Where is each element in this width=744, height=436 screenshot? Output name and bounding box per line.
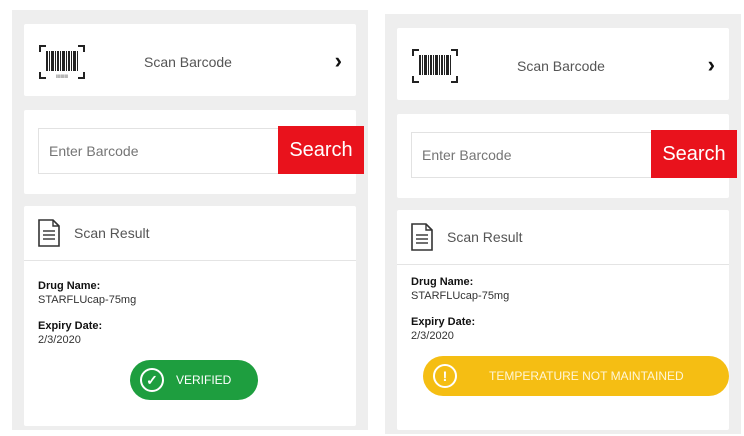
barcode-icon: ||||||||||| xyxy=(39,45,85,79)
phone-screen-temperature-alert: Scan Barcode › Search Scan Result Drug N… xyxy=(385,14,741,434)
svg-text:|||||||||||: ||||||||||| xyxy=(56,73,67,78)
barcode-search-card: Search xyxy=(24,110,364,194)
document-icon xyxy=(38,219,60,247)
barcode-search-card: Search xyxy=(397,114,737,198)
expiry-date-value: 2/3/2020 xyxy=(38,334,81,346)
document-icon xyxy=(411,223,433,251)
drug-name-value: STARFLUcap-75mg xyxy=(411,290,510,302)
search-button[interactable]: Search xyxy=(278,126,364,174)
scan-barcode-card[interactable]: ||||||||||| Scan Barcode › xyxy=(24,24,356,96)
barcode-input[interactable] xyxy=(38,128,278,174)
drug-name-label: Drug Name: xyxy=(38,280,101,292)
scan-barcode-card[interactable]: Scan Barcode › xyxy=(397,28,729,100)
chevron-right-icon[interactable]: › xyxy=(708,52,715,78)
barcode-icon xyxy=(412,49,458,83)
expiry-date-label: Expiry Date: xyxy=(38,320,103,332)
scan-result-card: Scan Result Drug Name: STARFLUcap-75mg E… xyxy=(24,206,356,426)
alert-circle-icon: ! xyxy=(433,364,457,388)
phone-screen-verified: ||||||||||| Scan Barcode › Search Scan R… xyxy=(12,10,368,430)
scan-barcode-label: Scan Barcode xyxy=(144,54,232,70)
expiry-date-label: Expiry Date: xyxy=(411,316,476,328)
scan-result-card: Scan Result Drug Name: STARFLUcap-75mg E… xyxy=(397,210,729,430)
scan-result-title: Scan Result xyxy=(447,229,523,245)
search-button[interactable]: Search xyxy=(651,130,737,178)
check-circle-icon: ✓ xyxy=(140,368,164,392)
drug-name-label: Drug Name: xyxy=(411,276,474,288)
status-badge-temperature-alert: ! TEMPERATURE NOT MAINTAINED xyxy=(423,356,729,396)
barcode-input[interactable] xyxy=(411,132,651,178)
status-text: VERIFIED xyxy=(176,373,232,387)
scan-result-header: Scan Result xyxy=(24,206,356,261)
status-badge-verified: ✓ VERIFIED xyxy=(130,360,258,400)
drug-name-value: STARFLUcap-75mg xyxy=(38,294,137,306)
status-text: TEMPERATURE NOT MAINTAINED xyxy=(489,369,684,383)
scan-barcode-label: Scan Barcode xyxy=(517,58,605,74)
expiry-date-value: 2/3/2020 xyxy=(411,330,454,342)
scan-result-title: Scan Result xyxy=(74,225,150,241)
chevron-right-icon[interactable]: › xyxy=(335,48,342,74)
scan-result-header: Scan Result xyxy=(397,210,729,265)
